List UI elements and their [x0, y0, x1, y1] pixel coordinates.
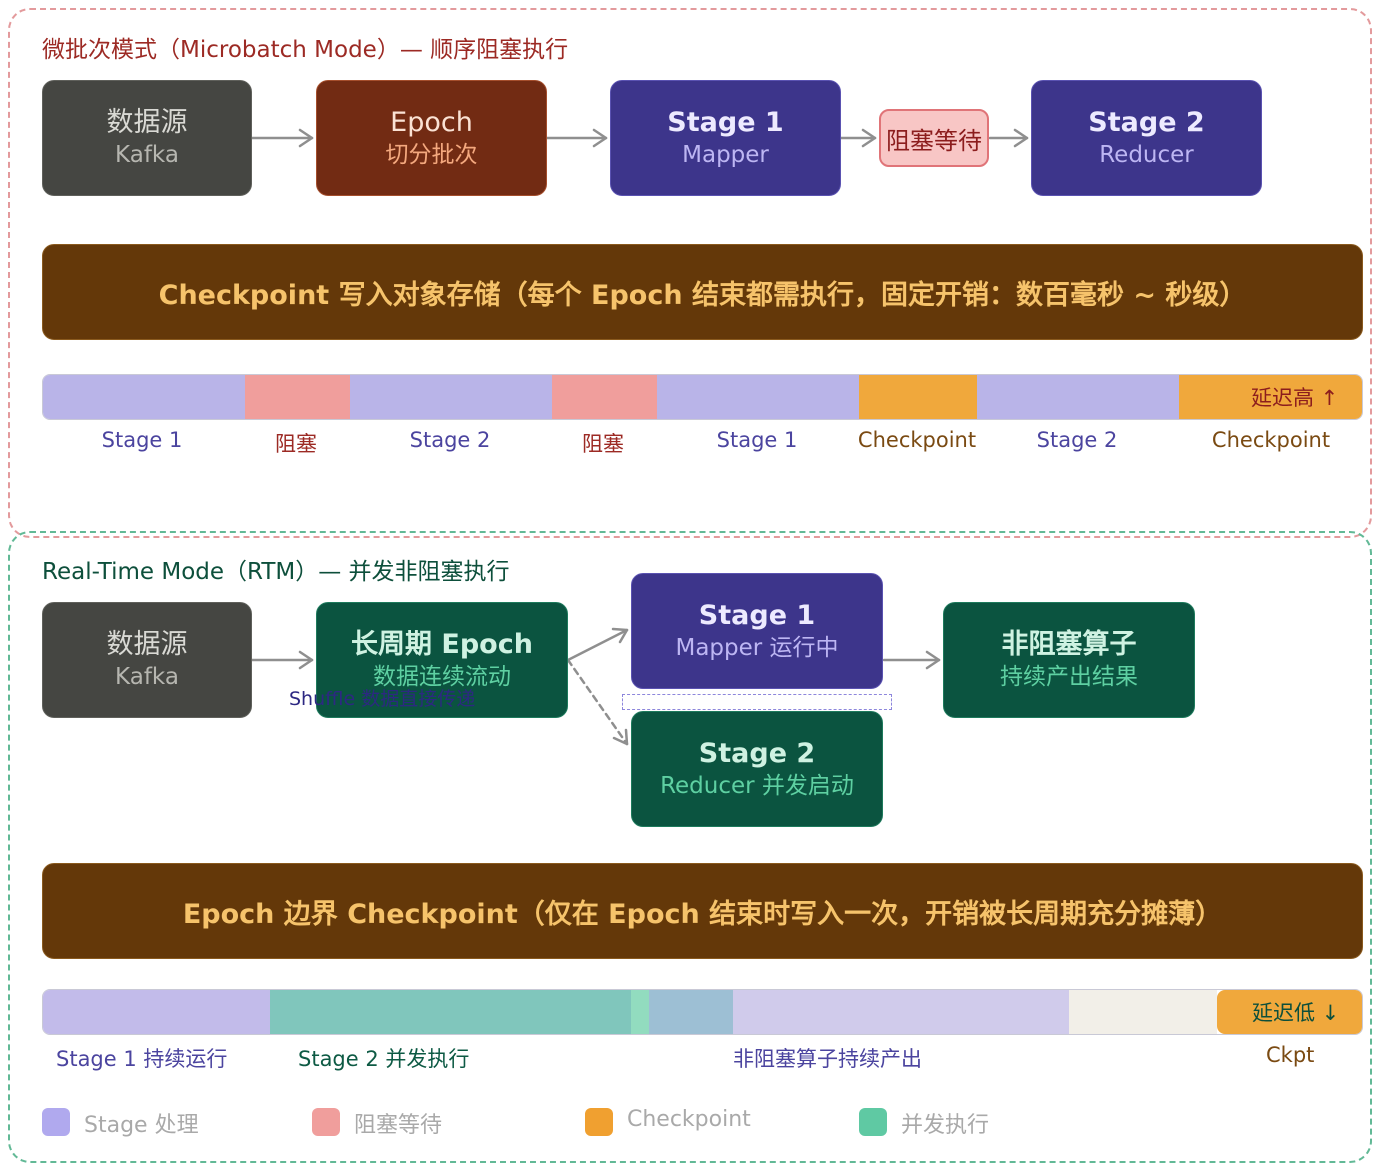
node-title: Stage 1	[698, 600, 816, 631]
rtm-latency-low-note: 延迟低 ↓	[1252, 1001, 1340, 1025]
blocking-swatch-icon	[312, 1108, 340, 1136]
node-subtitle: 持续产出结果	[1000, 664, 1138, 690]
mb-seg-blocking	[552, 375, 657, 419]
mb-stage1-node[interactable]: Stage 1 Mapper	[610, 80, 841, 196]
arrow-epoch-to-rtm-stage2	[566, 658, 629, 746]
rtm-checkpoint-banner: Epoch 边界 Checkpoint（仅在 Epoch 结束时写入一次，开销被…	[42, 863, 1363, 959]
rtm-timeline-label: Ckpt	[1266, 1043, 1315, 1067]
node-title: Epoch	[390, 107, 473, 138]
legend-label: Checkpoint	[627, 1107, 751, 1132]
rtm-seg-nonblocking-output	[733, 990, 1069, 1034]
arrow-epoch-to-rtm-stage1	[566, 628, 629, 662]
microbatch-title: 微批次模式（Microbatch Mode）— 顺序阻塞执行	[42, 37, 569, 63]
rtm-stage1-node[interactable]: Stage 1 Mapper 运行中	[631, 573, 883, 689]
mb-timeline-label: Checkpoint	[1211, 428, 1331, 452]
mb-source-node[interactable]: 数据源 Kafka	[42, 80, 252, 196]
node-subtitle: Kafka	[115, 142, 179, 168]
concurrent-swatch-icon	[859, 1108, 887, 1136]
legend-label: 阻塞等待	[354, 1113, 443, 1138]
mb-timeline-label: 阻塞	[275, 432, 317, 456]
mb-timeline-label: Checkpoint	[857, 428, 977, 452]
rtm-nonblocking-operator-node[interactable]: 非阻塞算子 持续产出结果	[943, 602, 1195, 718]
node-title: Stage 1	[667, 107, 784, 138]
node-subtitle: Kafka	[115, 664, 179, 690]
rtm-timeline: 延迟低 ↓	[42, 989, 1363, 1035]
rtm-timeline-label: Stage 1 持续运行	[56, 1047, 228, 1071]
node-title: 长周期 Epoch	[351, 629, 533, 660]
legend-label: 并发执行	[901, 1113, 990, 1138]
rtm-seg-stage2-concurrent	[270, 990, 631, 1034]
mb-seg-stage1	[657, 375, 859, 419]
stage-swatch-icon	[42, 1108, 70, 1136]
mb-timeline-label: 阻塞	[582, 432, 624, 456]
node-subtitle: 切分批次	[385, 142, 478, 168]
checkpoint-swatch-icon	[585, 1108, 613, 1136]
mb-stage2-node[interactable]: Stage 2 Reducer	[1031, 80, 1262, 196]
rtm-seg-idle	[1069, 990, 1217, 1034]
rtm-seg-transition	[649, 990, 733, 1034]
mb-seg-stage2	[350, 375, 552, 419]
node-subtitle: Mapper 运行中	[675, 635, 839, 661]
node-subtitle: Reducer 并发启动	[660, 773, 854, 799]
mb-epoch-node[interactable]: Epoch 切分批次	[316, 80, 547, 196]
shuffle-direct-transfer-label: Shuffle 数据直接传递	[289, 688, 476, 710]
rtm-title: Real-Time Mode（RTM）— 并发非阻塞执行	[42, 559, 510, 585]
mb-latency-high-note: 延迟高 ↑	[1251, 386, 1339, 410]
node-subtitle: Mapper	[682, 142, 769, 168]
node-title: Stage 2	[698, 738, 816, 769]
mb-timeline-label: Stage 2	[1036, 428, 1118, 452]
rtm-stage2-node[interactable]: Stage 2 Reducer 并发启动	[631, 711, 883, 827]
shuffle-channel-box	[622, 694, 892, 710]
node-subtitle: Reducer	[1099, 142, 1194, 168]
rtm-seg-overlap	[631, 990, 649, 1034]
mb-timeline-label: Stage 1	[101, 428, 183, 452]
node-title: 非阻塞算子	[1001, 629, 1137, 660]
rtm-seg-stage1-running	[43, 990, 270, 1034]
rtm-source-node[interactable]: 数据源 Kafka	[42, 602, 252, 718]
mb-timeline: 延迟高 ↑	[42, 374, 1363, 420]
mb-blocking-wait-node[interactable]: 阻塞等待	[879, 109, 989, 167]
mb-seg-stage1	[43, 375, 245, 419]
mb-timeline-label: Stage 2	[409, 428, 491, 452]
node-title: 数据源	[106, 629, 188, 660]
rtm-timeline-label: Stage 2 并发执行	[298, 1047, 470, 1071]
rtm-timeline-label: 非阻塞算子持续产出	[733, 1047, 922, 1071]
mb-timeline-label: Stage 1	[716, 428, 798, 452]
node-title: Stage 2	[1088, 107, 1205, 138]
mb-seg-blocking	[245, 375, 350, 419]
legend-label: Stage 处理	[84, 1113, 199, 1138]
mb-seg-stage2	[977, 375, 1179, 419]
mb-seg-checkpoint	[859, 375, 977, 419]
mb-checkpoint-banner: Checkpoint 写入对象存储（每个 Epoch 结束都需执行，固定开销：数…	[42, 244, 1363, 340]
node-title: 数据源	[106, 107, 188, 138]
